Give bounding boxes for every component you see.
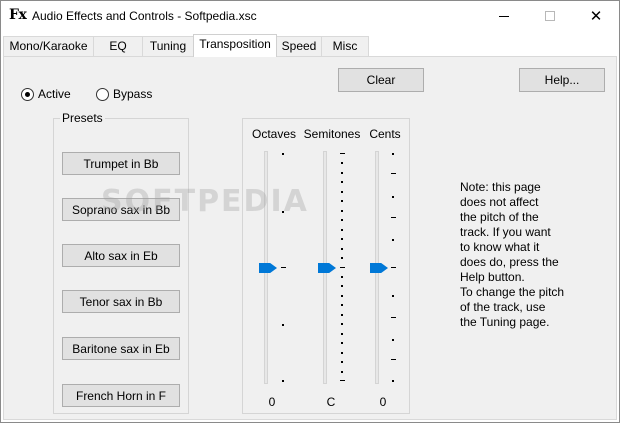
semitones-tick [341, 371, 343, 373]
semitones-tick [341, 200, 343, 202]
tab-mono-karaoke[interactable]: Mono/Karaoke [3, 36, 94, 56]
minimize-icon [499, 15, 509, 17]
tab-bar: Mono/Karaoke EQ Tuning Transposition Spe… [3, 34, 617, 57]
cents-tick [392, 239, 394, 241]
semitones-tick [341, 162, 343, 164]
cents-label: Cents [369, 127, 401, 141]
help-button[interactable]: Help... [519, 68, 605, 92]
active-radio-label: Active [38, 87, 71, 101]
close-button[interactable]: ✕ [573, 1, 619, 31]
octaves-tick [282, 211, 284, 213]
octaves-tick [281, 267, 286, 268]
semitones-tick [341, 314, 343, 316]
semitones-value: C [326, 395, 336, 409]
cents-tick [392, 196, 394, 198]
semitones-tick [341, 285, 343, 287]
semitones-tick [341, 323, 343, 325]
semitones-tick [341, 361, 343, 363]
semitones-tick [341, 238, 343, 240]
cents-tick [392, 295, 394, 297]
octaves-tick [282, 380, 284, 382]
maximize-button[interactable] [527, 1, 573, 31]
bypass-radio-circle [96, 87, 109, 101]
title-bar: Fx Audio Effects and Controls - Softpedi… [1, 1, 619, 31]
octaves-value: 0 [268, 395, 276, 409]
semitones-tick [341, 219, 343, 221]
window-title: Audio Effects and Controls - Softpedia.x… [32, 9, 257, 23]
clear-button[interactable]: Clear [338, 68, 424, 92]
transposition-note: Note: this page does not affect the pitc… [460, 180, 565, 329]
semitones-tick [341, 295, 343, 297]
close-icon: ✕ [589, 7, 603, 25]
semitones-tick [340, 380, 345, 381]
semitones-tick [341, 191, 343, 193]
semitones-tick [341, 352, 343, 354]
cents-tick [392, 339, 394, 341]
preset-baritone-sax-eb-button[interactable]: Baritone sax in Eb [62, 337, 180, 360]
semitones-label: Semitones [303, 127, 361, 141]
preset-tenor-sax-bb-button[interactable]: Tenor sax in Bb [62, 290, 180, 313]
maximize-icon [545, 11, 555, 21]
cents-tick [391, 173, 396, 174]
semitones-tick [341, 210, 343, 212]
semitones-tick [341, 229, 343, 231]
cents-tick [392, 153, 394, 155]
tab-speed[interactable]: Speed [276, 36, 322, 56]
cents-tick [391, 217, 396, 218]
preset-alto-sax-eb-button[interactable]: Alto sax in Eb [62, 244, 180, 267]
cents-tick [391, 267, 396, 268]
tab-misc[interactable]: Misc [321, 36, 369, 56]
tab-tuning[interactable]: Tuning [142, 36, 194, 56]
cents-tick [392, 380, 394, 382]
semitones-tick [341, 276, 343, 278]
fx-app-icon: Fx [9, 7, 27, 23]
active-radio[interactable]: Active [21, 87, 71, 101]
preset-soprano-sax-bb-button[interactable]: Soprano sax in Bb [62, 198, 180, 221]
cents-value: 0 [379, 395, 387, 409]
active-radio-circle [21, 87, 34, 101]
app-window: Fx Audio Effects and Controls - Softpedi… [0, 0, 620, 423]
tab-eq[interactable]: EQ [93, 36, 143, 56]
semitones-tick [341, 172, 343, 174]
semitones-tick [340, 153, 345, 154]
cents-tick [391, 359, 396, 360]
cents-tick [391, 317, 396, 318]
preset-trumpet-bb-button[interactable]: Trumpet in Bb [62, 152, 180, 175]
tab-transposition[interactable]: Transposition [193, 34, 277, 57]
octaves-label: Octaves [251, 127, 296, 141]
preset-french-horn-f-button[interactable]: French Horn in F [62, 384, 180, 407]
semitones-tick [341, 342, 343, 344]
semitones-tick [341, 248, 343, 250]
presets-group-title: Presets [60, 111, 105, 125]
semitones-tick [341, 181, 343, 183]
minimize-button[interactable] [481, 1, 527, 31]
octaves-tick [282, 153, 284, 155]
semitones-tick [341, 257, 343, 259]
semitones-tick [340, 267, 345, 268]
bypass-radio-label: Bypass [113, 87, 153, 101]
bypass-radio[interactable]: Bypass [96, 87, 152, 101]
semitones-tick [341, 333, 343, 335]
semitones-tick [341, 304, 343, 306]
octaves-tick [282, 324, 284, 326]
